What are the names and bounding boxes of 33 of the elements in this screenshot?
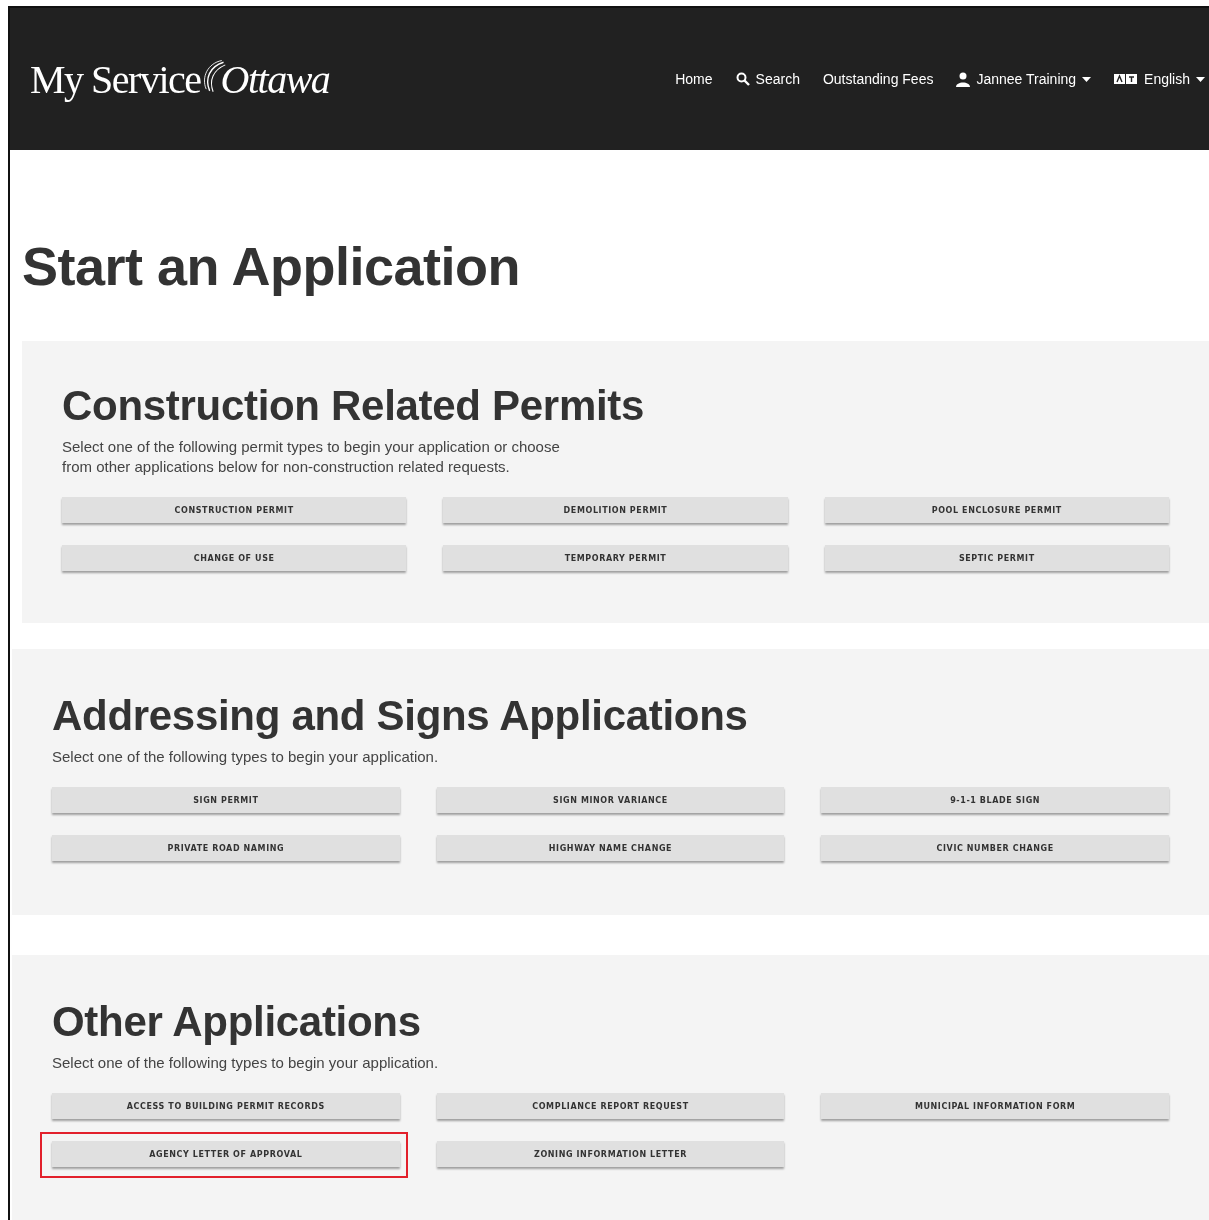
page-title: Start an Application (22, 235, 522, 297)
application-button[interactable]: CONSTRUCTION PERMIT (62, 497, 407, 523)
nav-link[interactable]: Jannee Training (956, 71, 1092, 87)
language-icon (1114, 73, 1139, 85)
application-button[interactable]: POOL ENCLOSURE PERMIT (824, 497, 1169, 523)
application-button[interactable]: AGENCY LETTER OF APPROVAL (52, 1141, 400, 1167)
application-button[interactable]: COMPLIANCE REPORT REQUEST (436, 1093, 785, 1119)
nav-link[interactable]: Outstanding Fees (822, 71, 934, 87)
application-button[interactable]: 9-1-1 BLADE SIGN (821, 787, 1169, 813)
logo[interactable]: My Service Ottawa (30, 55, 330, 103)
section-title: Other Applications (52, 997, 422, 1047)
application-button[interactable]: DEMOLITION PERMIT (443, 497, 788, 523)
application-button[interactable]: HIGHWAY NAME CHANGE (436, 835, 785, 861)
application-button[interactable]: PRIVATE ROAD NAMING (52, 835, 400, 861)
section-description: Select one of the following permit types to begin your application or choose from other applications below for non-construction related requests. (62, 437, 561, 477)
application-button[interactable]: SIGN PERMIT (52, 787, 400, 813)
section-description: Select one of the following types to begin your application. (52, 747, 440, 767)
application-button[interactable]: MUNICIPAL INFORMATION FORM (821, 1093, 1169, 1119)
application-button[interactable]: ACCESS TO BUILDING PERMIT RECORDS (52, 1093, 400, 1119)
section-title: Addressing and Signs Applications (52, 691, 749, 741)
nav-link[interactable]: Search (735, 71, 800, 87)
application-button[interactable]: TEMPORARY PERMIT (443, 545, 788, 571)
user-icon (956, 71, 971, 87)
nav-link[interactable]: English (1114, 71, 1205, 87)
section-description: Select one of the following types to begin your application. (52, 1053, 440, 1073)
application-button[interactable]: SEPTIC PERMIT (824, 545, 1169, 571)
application-button[interactable]: CHANGE OF USE (62, 545, 407, 571)
nav-link[interactable]: Home (675, 71, 713, 87)
application-button[interactable]: CIVIC NUMBER CHANGE (821, 835, 1169, 861)
application-button[interactable]: SIGN MINOR VARIANCE (436, 787, 785, 813)
application-button[interactable]: ZONING INFORMATION LETTER (436, 1141, 785, 1167)
section-title: Construction Related Permits (62, 381, 646, 431)
search-icon (735, 72, 750, 86)
